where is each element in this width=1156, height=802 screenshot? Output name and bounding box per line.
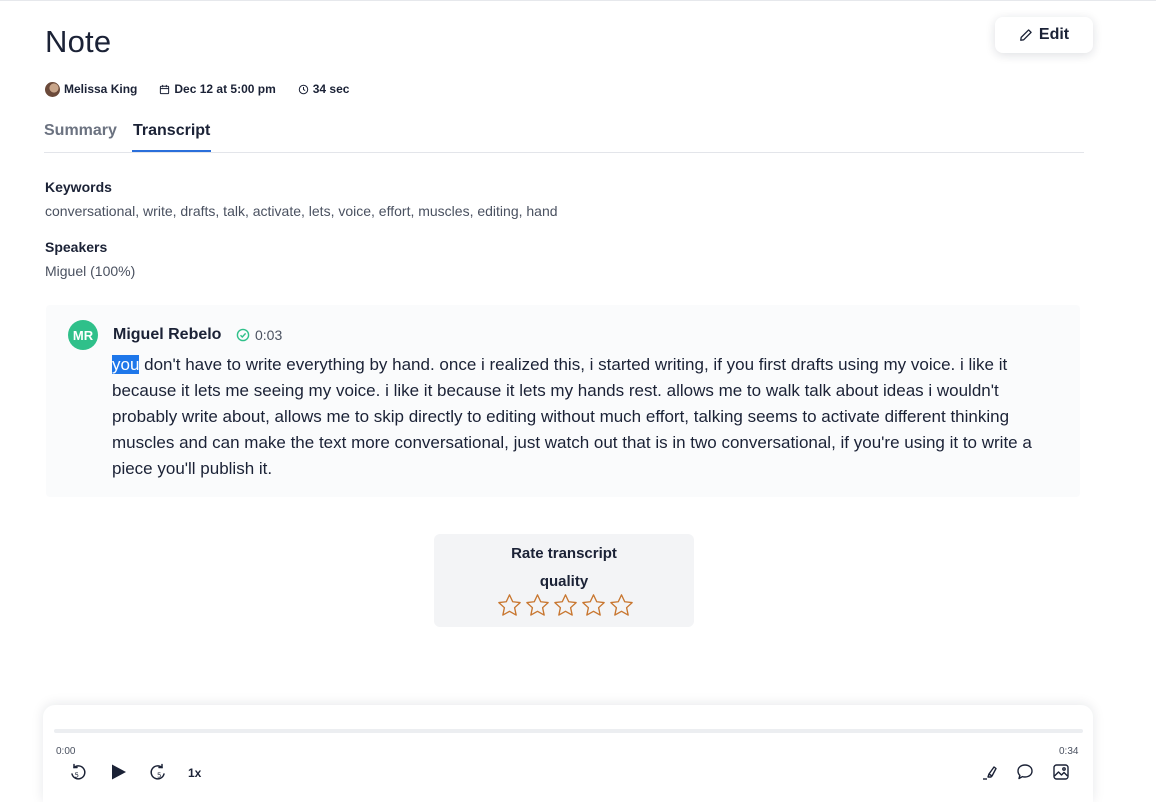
total-time: 0:34 <box>1059 746 1079 757</box>
edit-button[interactable]: Edit <box>995 17 1093 53</box>
image-button[interactable] <box>1050 761 1072 783</box>
edit-button-label: Edit <box>1038 26 1070 43</box>
date-meta: Dec 12 at 5:00 pm <box>159 82 276 96</box>
note-meta: Melissa King Dec 12 at 5:00 pm 34 sec <box>45 80 371 98</box>
pencil-icon <box>1019 29 1032 41</box>
tab-bar: Summary Transcript <box>44 118 1084 153</box>
comment-icon <box>1017 764 1033 780</box>
rate-title-line1: Rate transcript <box>511 545 617 562</box>
star-rating <box>497 593 634 618</box>
star-icon[interactable] <box>581 593 606 618</box>
timestamp-text: 0:03 <box>255 327 283 343</box>
keywords-value: conversational, write, drafts, talk, act… <box>45 203 558 219</box>
tab-transcript[interactable]: Transcript <box>132 122 212 152</box>
author-meta: Melissa King <box>45 81 138 97</box>
star-icon[interactable] <box>525 593 550 618</box>
image-icon <box>1053 764 1069 780</box>
avatar <box>45 81 60 97</box>
svg-text:5: 5 <box>157 772 161 780</box>
author-name: Melissa King <box>64 82 138 96</box>
rate-title-line2: quality <box>539 573 589 590</box>
tab-summary[interactable]: Summary <box>44 122 117 152</box>
keywords-label: Keywords <box>45 179 112 195</box>
clock-icon <box>298 84 308 94</box>
rate-transcript-card: Rate transcript quality <box>434 534 694 627</box>
star-icon[interactable] <box>553 593 578 618</box>
playback-speed-button[interactable]: 1x <box>188 766 201 780</box>
svg-text:5: 5 <box>75 772 79 780</box>
audio-player: 0:00 0:34 5 5 1x <box>43 705 1093 802</box>
check-circle-icon <box>236 328 250 342</box>
current-time: 0:00 <box>56 746 76 757</box>
forward-5-icon: 5 <box>150 763 165 780</box>
progress-bar[interactable] <box>54 729 1083 733</box>
page-title: Note <box>45 24 112 59</box>
date-text: Dec 12 at 5:00 pm <box>174 82 276 96</box>
speaker-avatar: MR <box>68 320 98 350</box>
speaker-name[interactable]: Miguel Rebelo <box>113 326 221 344</box>
rewind-5-button[interactable]: 5 <box>67 761 89 783</box>
highlighter-button[interactable] <box>979 761 1001 783</box>
segment-timestamp[interactable]: 0:03 <box>236 327 282 343</box>
play-button[interactable] <box>107 761 129 783</box>
speakers-value: Miguel (100%) <box>45 263 136 279</box>
forward-5-button[interactable]: 5 <box>147 761 169 783</box>
calendar-icon <box>160 84 170 94</box>
star-icon[interactable] <box>497 593 522 618</box>
highlighter-icon <box>983 766 997 780</box>
comment-button[interactable] <box>1014 761 1036 783</box>
star-icon[interactable] <box>609 593 634 618</box>
transcript-body: don't have to write everything by hand. … <box>112 355 1032 478</box>
duration-meta: 34 sec <box>298 82 350 96</box>
highlighted-word[interactable]: you <box>112 355 140 374</box>
rate-title: Rate transcript quality <box>434 540 694 596</box>
top-divider <box>0 0 1156 1</box>
transcript-text[interactable]: you don't have to write everything by ha… <box>112 352 1062 482</box>
rewind-5-icon: 5 <box>71 763 86 780</box>
play-icon <box>112 764 126 780</box>
speakers-label: Speakers <box>45 239 108 255</box>
duration-text: 34 sec <box>312 82 350 96</box>
